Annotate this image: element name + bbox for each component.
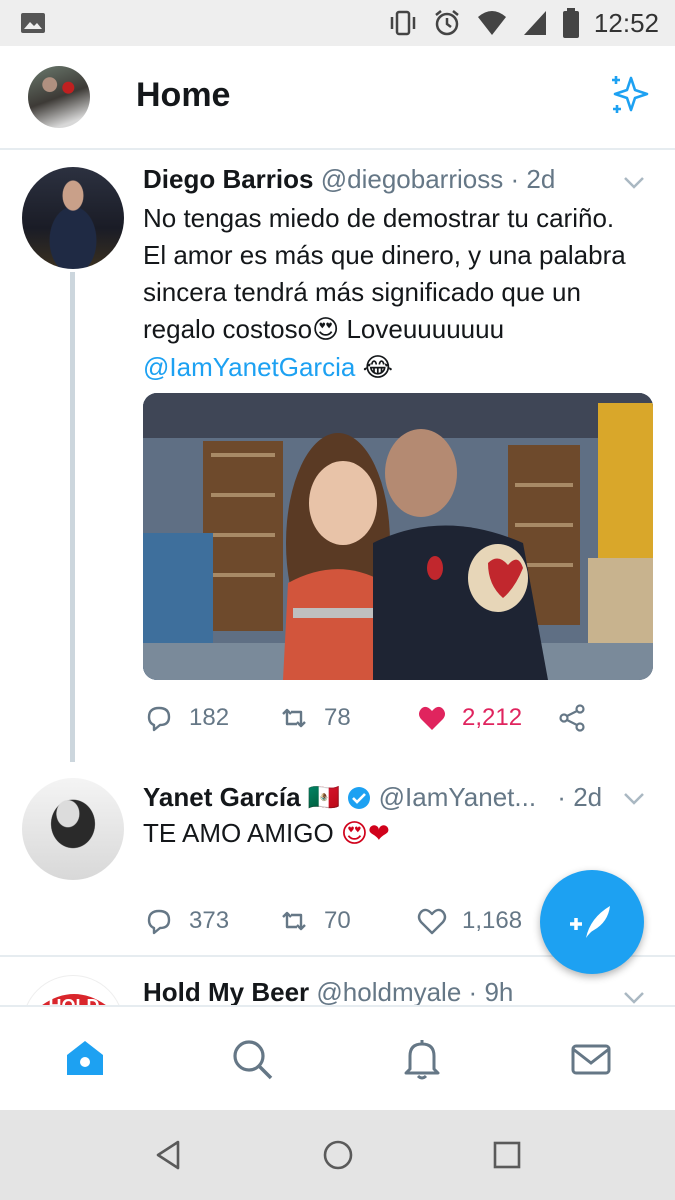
tweet-text-part: regalo costoso [143,314,313,344]
author-name[interactable]: Yanet García [143,782,301,812]
reply-count: 373 [189,907,230,934]
tweet-text-line: sincera tendrá más significado que un [143,277,581,307]
emoji-heart-eyes: 😍 [312,315,340,345]
reply-icon [147,909,171,935]
retweet-count: 78 [324,704,351,731]
share-icon [559,704,585,732]
compose-icon [570,906,610,938]
chevron-down-icon[interactable] [623,991,645,1005]
retweet-icon [282,911,306,931]
author-name[interactable]: Diego Barrios [143,164,314,194]
verified-badge-icon [348,787,371,809]
tweet-separator: · [468,977,478,1005]
mention-link[interactable]: @IamYanetGarcia [143,352,355,382]
tweet-text: TE AMO AMIGO 😍❤ [143,815,658,853]
home-icon[interactable] [63,1037,107,1081]
share-button[interactable] [556,702,588,734]
like-button[interactable]: 1,168 [416,905,556,937]
reply-count: 182 [189,704,230,731]
reply-button[interactable]: 373 [143,905,278,937]
retweet-button[interactable]: 78 [278,702,416,734]
compose-button[interactable] [540,870,644,974]
tweet-actions: 182 78 2,212 [143,698,603,738]
photo-content [143,393,653,680]
system-navigation-bar [0,1110,675,1200]
tweet-text-line: No tengas miedo de demostrar tu cariño. [143,203,615,233]
avatar-logo: HOLD [42,994,106,1005]
tweet-text-part: Loveuuuuuuu [339,314,505,344]
like-count: 2,212 [462,704,523,731]
author-handle: @holdmyale [316,977,462,1005]
app-header: Home [0,46,675,150]
tweet-text: No tengas miedo de demostrar tu cariño. … [143,200,658,387]
bell-icon[interactable] [400,1037,444,1081]
reply-icon [147,706,171,732]
chevron-down-icon[interactable] [623,176,645,190]
search-icon[interactable] [230,1037,274,1081]
status-bar: 12:52 [0,0,675,46]
tweet-time: 9h [484,977,514,1005]
page-title: Home [136,76,231,114]
reply-button[interactable]: 182 [143,702,278,734]
battery-icon [562,8,579,38]
avatar[interactable]: HOLD [22,975,124,1005]
tweet-text-line: @IamYanetGarcia 😂 [143,349,658,387]
heart-icon [417,908,447,935]
home-button-icon[interactable] [321,1138,355,1172]
status-time: 12:52 [593,7,659,38]
tweet-separator: · [557,782,566,812]
tweet-separator: · [510,164,520,194]
retweet-count: 70 [324,907,351,934]
retweet-icon [282,708,306,728]
retweet-button[interactable]: 70 [278,905,416,937]
tweet-header: Diego Barrios @diegobarrioss · 2d [143,164,555,195]
tweet[interactable]: Diego Barrios @diegobarrioss · 2d No ten… [0,150,675,770]
tweet-header: Yanet García 🇲🇽 @IamYanet... · 2d [143,782,602,813]
heart-icon [419,706,445,730]
avatar[interactable] [22,167,124,269]
thread-line [70,272,75,762]
recents-icon[interactable] [490,1138,524,1172]
back-icon[interactable] [152,1138,186,1172]
chevron-down-icon[interactable] [623,792,645,806]
like-count: 1,168 [462,907,523,934]
author-name[interactable]: Hold My Beer [143,977,309,1005]
tweet-text-line: regalo costoso😍 Loveuuuuuuu [143,311,658,349]
alarm-icon [435,10,459,36]
bottom-navigation [0,1005,675,1110]
avatar-text: HOLD [49,996,100,1005]
author-handle: @IamYanet... [378,782,537,812]
tweet-text-line: El amor es más que dinero, y una palabra [143,240,626,270]
tweet-time: 2d [526,164,556,194]
like-button[interactable]: 2,212 [416,702,556,734]
wifi-icon [477,11,506,35]
profile-avatar[interactable] [28,66,90,128]
avatar[interactable] [22,778,124,880]
tweet-time: 2d [573,782,603,812]
flag-mexico: 🇲🇽 [307,783,341,813]
signal-icon [523,11,546,35]
mail-icon[interactable] [569,1037,613,1081]
author-handle: @diegobarrioss [320,164,504,194]
emoji-laugh: 😂 [362,353,393,383]
sparkle-icon[interactable] [607,72,653,118]
tweet-photo[interactable] [143,393,653,680]
tweet-text-part: TE AMO AMIGO [143,818,341,848]
tweet-header: Hold My Beer @holdmyale · 9h [143,977,513,1005]
gallery-icon [21,13,45,33]
tweet-actions: 373 70 1,168 [143,901,603,941]
vibrate-icon [390,10,416,36]
emoji-heart-eyes-red-heart: 😍❤ [340,819,390,849]
